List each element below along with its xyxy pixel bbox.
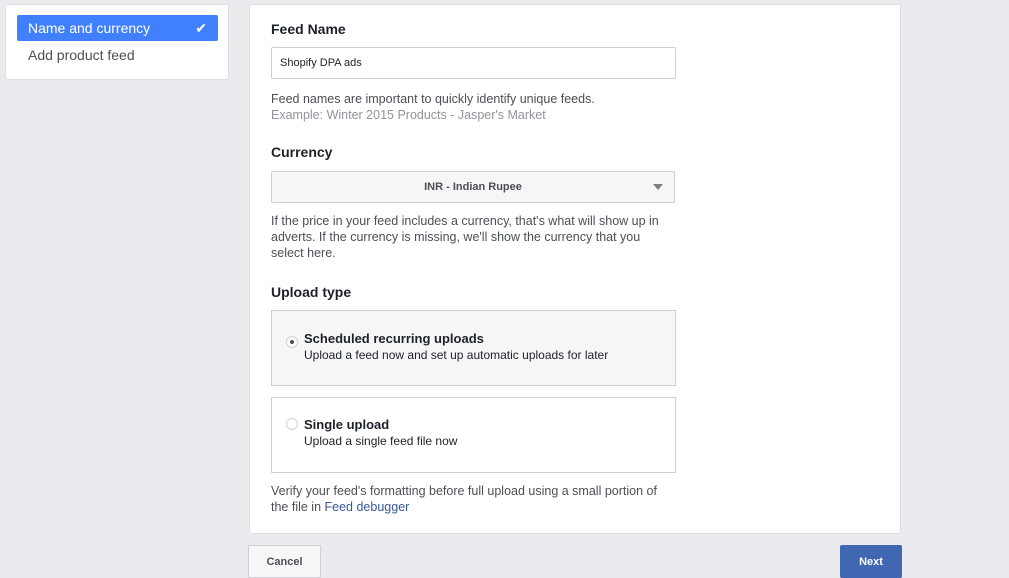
upload-option-scheduled[interactable]: Scheduled recurring uploads Upload a fee… <box>271 310 676 386</box>
feed-name-help-text: Feed names are important to quickly iden… <box>271 92 595 106</box>
radio-button[interactable] <box>286 418 298 430</box>
upload-option-single[interactable]: Single upload Upload a single feed file … <box>271 397 676 473</box>
feed-settings-panel: Feed Name Feed names are important to qu… <box>249 4 901 534</box>
step-name-and-currency[interactable]: Name and currency ✔ <box>17 15 218 41</box>
next-button[interactable]: Next <box>840 545 902 578</box>
checkmark-icon: ✔ <box>195 19 207 36</box>
cancel-button[interactable]: Cancel <box>248 545 321 578</box>
currency-help: If the price in your feed includes a cur… <box>271 214 659 260</box>
upload-type-label: Upload type <box>271 284 352 300</box>
option-description: Upload a single feed file now <box>304 434 458 448</box>
radio-button-selected[interactable] <box>286 336 298 348</box>
option-title: Single upload <box>304 417 390 432</box>
feed-name-input[interactable] <box>271 47 676 79</box>
feed-name-label: Feed Name <box>271 21 346 37</box>
steps-sidebar: Name and currency ✔ Add product feed <box>5 4 229 80</box>
currency-label: Currency <box>271 144 333 160</box>
step-add-product-feed[interactable]: Add product feed <box>17 42 218 68</box>
step-label: Add product feed <box>28 47 135 63</box>
currency-selected-value: INR - Indian Rupee <box>424 181 522 193</box>
feed-name-example: Example: Winter 2015 Products - Jasper's… <box>271 108 546 122</box>
step-label: Name and currency <box>28 20 151 36</box>
currency-select[interactable]: INR - Indian Rupee <box>271 171 675 203</box>
dropdown-caret-icon <box>653 184 663 190</box>
option-title: Scheduled recurring uploads <box>304 331 484 346</box>
feed-debugger-link[interactable]: Feed debugger <box>325 500 410 514</box>
feed-name-help: Feed names are important to quickly iden… <box>271 91 676 123</box>
verify-note: Verify your feed's formatting before ful… <box>271 483 676 515</box>
option-description: Upload a feed now and set up automatic u… <box>304 348 609 362</box>
